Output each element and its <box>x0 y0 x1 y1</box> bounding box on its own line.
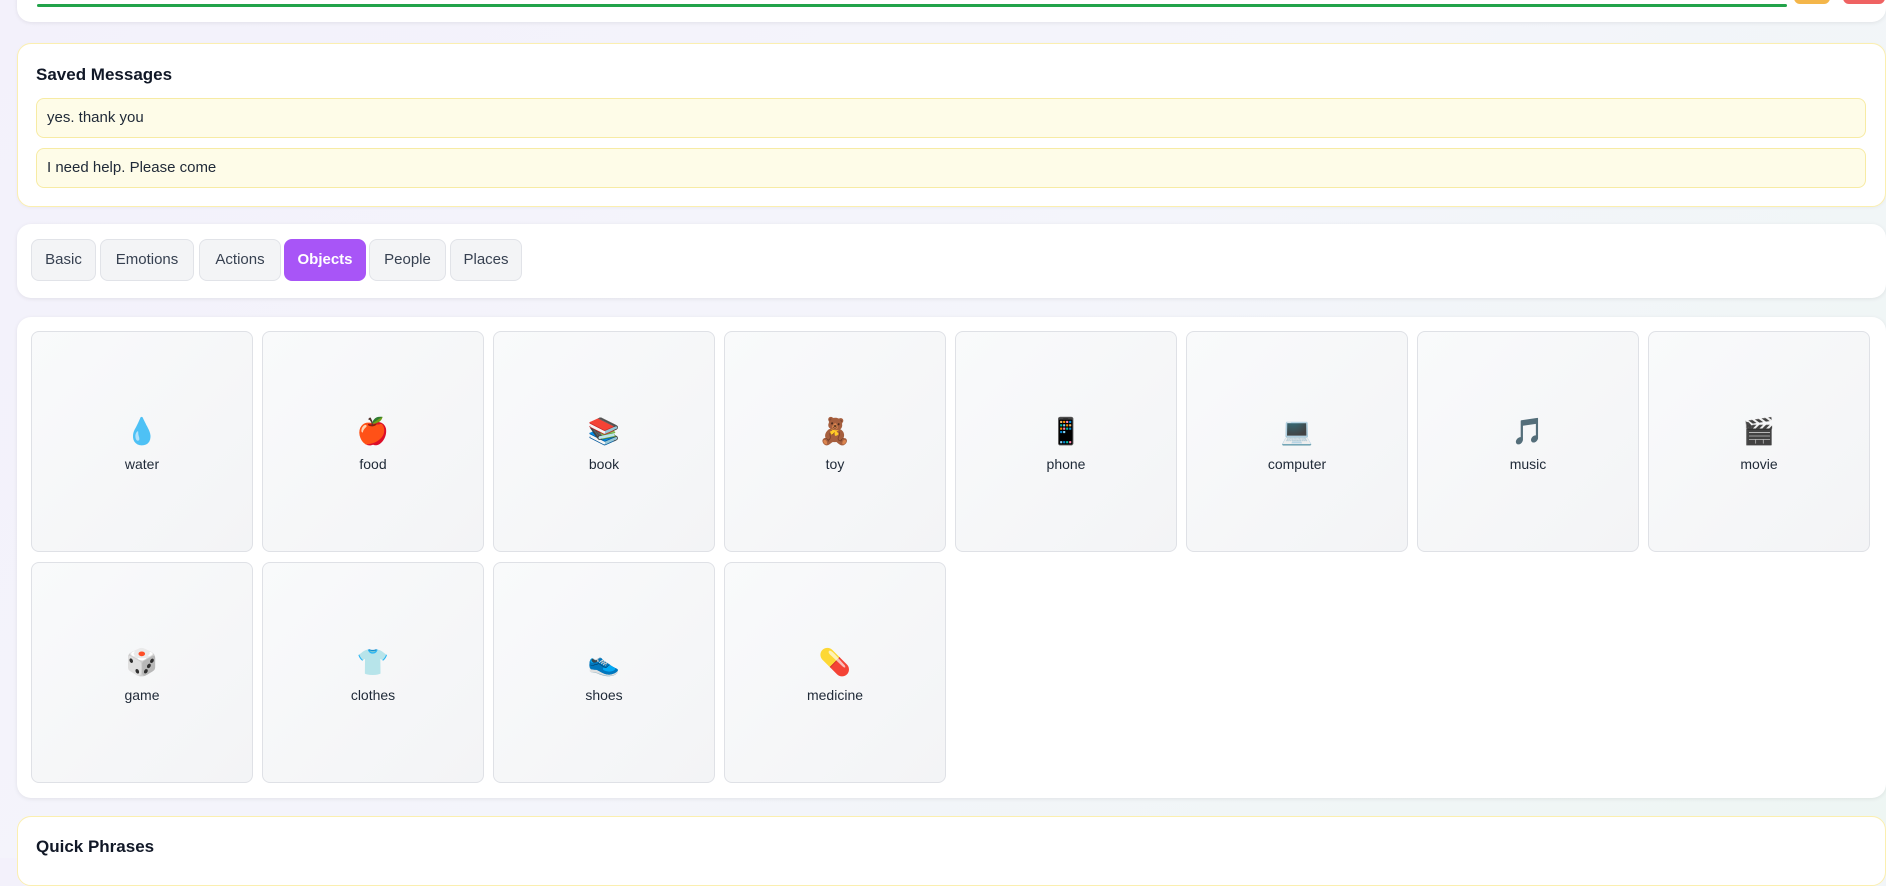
red-button[interactable] <box>1843 0 1885 4</box>
teddy-bear-icon: 🧸 <box>818 416 852 446</box>
symbol-label: music <box>1509 456 1547 472</box>
symbol-grid: 💧 water 🍎 food 📚 book 🧸 toy 📱 phone 💻 co… <box>17 317 1886 798</box>
dice-icon: 🎲 <box>125 647 159 677</box>
saved-messages-title: Saved Messages <box>36 65 173 84</box>
tab-actions[interactable]: Actions <box>199 239 281 281</box>
symbol-card-music[interactable]: 🎵 music <box>1417 331 1639 552</box>
symbol-card-book[interactable]: 📚 book <box>493 331 715 552</box>
tab-objects[interactable]: Objects <box>284 239 366 281</box>
quick-phrases-panel: Quick Phrases <box>17 816 1886 886</box>
clapper-icon: 🎬 <box>1742 416 1776 446</box>
tab-places[interactable]: Places <box>450 239 522 281</box>
amber-button[interactable] <box>1794 0 1830 4</box>
droplet-icon: 💧 <box>125 416 159 446</box>
symbol-card-phone[interactable]: 📱 phone <box>955 331 1177 552</box>
symbol-label: food <box>359 456 387 472</box>
symbol-card-computer[interactable]: 💻 computer <box>1186 331 1408 552</box>
saved-message-item[interactable]: I need help. Please come <box>36 148 1866 188</box>
music-note-icon: 🎵 <box>1511 416 1545 446</box>
progress-bar <box>37 4 1787 7</box>
tab-emotions[interactable]: Emotions <box>100 239 194 281</box>
symbol-card-medicine[interactable]: 💊 medicine <box>724 562 946 783</box>
sneaker-icon: 👟 <box>587 647 621 677</box>
symbol-card-food[interactable]: 🍎 food <box>262 331 484 552</box>
pill-icon: 💊 <box>818 647 852 677</box>
top-bar-card <box>17 0 1886 22</box>
symbol-label: clothes <box>350 687 396 703</box>
symbol-label: game <box>124 687 160 703</box>
laptop-icon: 💻 <box>1280 416 1314 446</box>
books-icon: 📚 <box>587 416 621 446</box>
shirt-icon: 👕 <box>356 647 390 677</box>
symbol-label: shoes <box>585 687 623 703</box>
symbol-label: movie <box>1740 456 1778 472</box>
symbol-card-water[interactable]: 💧 water <box>31 331 253 552</box>
symbol-card-shoes[interactable]: 👟 shoes <box>493 562 715 783</box>
symbol-label: phone <box>1046 456 1086 472</box>
apple-icon: 🍎 <box>356 416 390 446</box>
category-tabs: Basic Emotions Actions Objects People Pl… <box>17 224 1886 298</box>
symbol-label: water <box>124 456 160 472</box>
symbol-label: computer <box>1267 456 1327 472</box>
saved-messages-panel: Saved Messages yes. thank you I need hel… <box>17 43 1886 207</box>
phone-icon: 📱 <box>1049 416 1083 446</box>
symbol-card-clothes[interactable]: 👕 clothes <box>262 562 484 783</box>
symbol-label: medicine <box>806 687 864 703</box>
symbol-card-movie[interactable]: 🎬 movie <box>1648 331 1870 552</box>
symbol-label: book <box>588 456 620 472</box>
quick-phrases-title: Quick Phrases <box>36 837 155 856</box>
symbol-label: toy <box>825 456 845 472</box>
symbol-card-toy[interactable]: 🧸 toy <box>724 331 946 552</box>
tab-people[interactable]: People <box>369 239 446 281</box>
saved-message-item[interactable]: yes. thank you <box>36 98 1866 138</box>
tab-basic[interactable]: Basic <box>31 239 96 281</box>
symbol-card-game[interactable]: 🎲 game <box>31 562 253 783</box>
